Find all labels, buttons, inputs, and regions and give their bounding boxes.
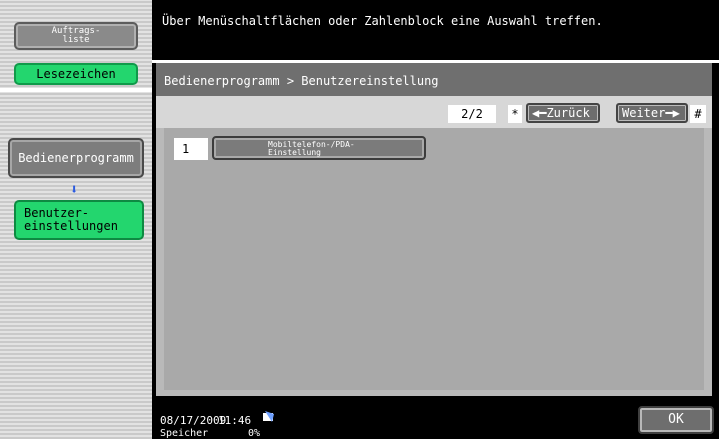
job-list-label: Auftrags- liste [51, 25, 101, 45]
status-time: 11:46 [218, 414, 252, 427]
memory-label: Speicher [160, 428, 209, 439]
status-date: 08/17/2009 [160, 414, 227, 427]
bookmark-label: Lesezeichen [36, 66, 116, 81]
list-item-number: 1 [174, 138, 208, 160]
arrow-down-icon: ⬇ [70, 182, 79, 198]
user-settings-label: Benutzer- einstellungen [24, 206, 118, 233]
ok-button[interactable]: OK [638, 406, 714, 434]
list-item: 1 Mobiltelefon-/PDA- Einstellung [174, 136, 432, 160]
star-key-hint: * [508, 105, 522, 123]
arrow-left-icon: ◀━ [532, 106, 547, 120]
job-list-button[interactable]: Auftrags- liste [14, 22, 138, 50]
page-indicator: 2/2 [448, 105, 496, 123]
next-label: Weiter [622, 106, 666, 120]
status-bar: 08/17/2009 11:46 Speicher 0% OK [152, 400, 719, 439]
list-item-label: Mobiltelefon-/PDA- Einstellung [268, 140, 355, 157]
sidebar: Auftrags- liste Lesezeichen Bedienerprog… [0, 0, 152, 439]
bookmark-button[interactable]: Lesezeichen [14, 63, 138, 85]
hash-key-hint: # [690, 105, 706, 123]
memory-value: 0% [248, 428, 261, 439]
main-panel: Bedienerprogramm > Benutzereinstellung 2… [156, 60, 712, 396]
arrow-right-icon: ━▶ [665, 106, 680, 120]
status-icon [262, 410, 276, 427]
breadcrumb-bar: Bedienerprogramm > Benutzereinstellung [156, 60, 712, 96]
pagination-bar: 2/2 * ◀━Zurück Weiter━▶ # [156, 96, 712, 128]
ok-label: OK [668, 412, 684, 427]
divider [0, 88, 152, 92]
back-label: Zurück [546, 106, 590, 120]
back-button[interactable]: ◀━Zurück [526, 103, 600, 123]
mobile-pda-settings-button[interactable]: Mobiltelefon-/PDA- Einstellung [212, 136, 426, 160]
header-message: Über Menüschaltflächen oder Zahlenblock … [162, 14, 603, 28]
header-divider [152, 60, 719, 63]
breadcrumb: Bedienerprogramm > Benutzereinstellung [164, 74, 439, 88]
user-settings-button[interactable]: Benutzer- einstellungen [14, 200, 144, 240]
next-button[interactable]: Weiter━▶ [616, 103, 688, 123]
utility-button[interactable]: Bedienerprogramm [8, 138, 144, 178]
utility-label: Bedienerprogramm [18, 150, 134, 165]
menu-list [164, 128, 704, 390]
